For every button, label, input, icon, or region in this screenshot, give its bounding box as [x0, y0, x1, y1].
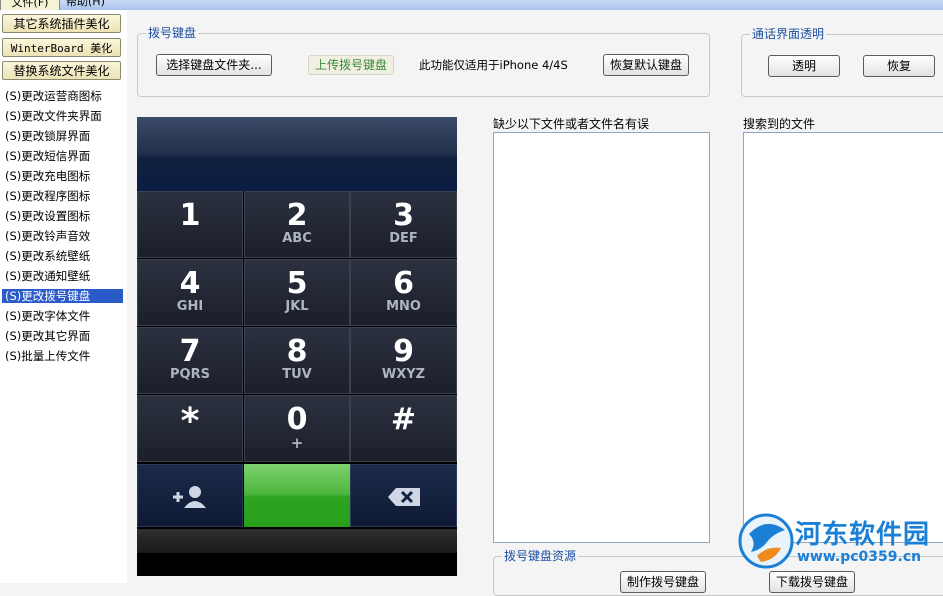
key-5: 5 JKL	[244, 259, 350, 326]
sidebar-item-lockscreen[interactable]: (S)更改锁屏界面	[0, 126, 127, 146]
download-keypad-button[interactable]: 下载拨号键盘	[769, 571, 855, 593]
delete-backspace-icon	[387, 488, 420, 506]
keypad-preview: 1 2 ABC 3 DEF 4 GHI 5 JKL 6 MNO 7 PQRS 8 TUV 9W…	[137, 117, 457, 576]
make-keypad-button[interactable]: 制作拨号键盘	[620, 571, 706, 593]
sidebar-item-settings-icon[interactable]: (S)更改设置图标	[0, 206, 127, 226]
call-transparency-group: 通话界面透明 透明 恢复	[741, 27, 943, 97]
add-contact-key	[137, 464, 243, 527]
missing-files-list[interactable]	[493, 132, 710, 543]
dial-keypad-group-title: 拨号键盘	[146, 26, 199, 40]
sidebar-item-charging[interactable]: (S)更改充电图标	[0, 166, 127, 186]
key-6: 6 MNO	[350, 259, 457, 326]
sidebar-item-fonts[interactable]: (S)更改字体文件	[0, 306, 127, 326]
dial-keypad-group: 拨号键盘 选择键盘文件夹... 上传拨号键盘 此功能仅适用于iPhone 4/4…	[137, 26, 710, 97]
upload-keypad-button[interactable]: 上传拨号键盘	[308, 55, 394, 75]
key-1: 1	[137, 191, 243, 258]
key-3: 3 DEF	[350, 191, 457, 258]
call-key	[244, 464, 350, 527]
watermark-url: www.pc0359.cn	[797, 549, 922, 565]
keypad-resources-group-title: 拨号键盘资源	[502, 549, 579, 563]
sidebar-list: (S)更改运营商图标 (S)更改文件夹界面 (S)更改锁屏界面 (S)更改短信界…	[0, 86, 127, 366]
watermark-name: 河东软件园	[795, 520, 931, 550]
watermark: 河东软件园 www.pc0359.cn	[735, 512, 943, 572]
replace-system-files-button[interactable]: 替换系统文件美化	[2, 61, 121, 80]
main-panel: 拨号键盘 选择键盘文件夹... 上传拨号键盘 此功能仅适用于iPhone 4/4…	[127, 10, 943, 596]
menubar: 文件(F) 帮助(H)	[0, 0, 943, 10]
sidebar-item-wallpaper[interactable]: (S)更改系统壁纸	[0, 246, 127, 266]
sidebar: 其它系统插件美化 WinterBoard 美化 替换系统文件美化 (S)更改运营…	[0, 10, 128, 583]
sidebar-item-other[interactable]: (S)更改其它界面	[0, 326, 127, 346]
sidebar-item-ringtones[interactable]: (S)更改铃声音效	[0, 226, 127, 246]
key-7: 7 PQRS	[137, 327, 243, 394]
key-0: 0 +	[244, 395, 350, 462]
other-plugins-button[interactable]: 其它系统插件美化	[2, 14, 121, 33]
restore-call-button[interactable]: 恢复	[863, 55, 935, 77]
menu-help[interactable]: 帮助(H)	[66, 0, 105, 9]
key-8: 8 TUV	[244, 327, 350, 394]
key-star: *	[137, 395, 243, 462]
missing-files-label: 缺少以下文件或者文件名有误	[493, 117, 650, 131]
keypad-bottom-bar	[137, 529, 457, 553]
iphone-compat-note: 此功能仅适用于iPhone 4/4S	[419, 58, 568, 72]
key-9: 9 WXYZ	[350, 327, 457, 394]
sidebar-item-carrier-icon[interactable]: (S)更改运营商图标	[0, 86, 127, 106]
watermark-logo-icon	[738, 513, 794, 569]
key-hash: #	[350, 395, 457, 462]
keypad-display-area	[137, 117, 457, 191]
sidebar-item-batch-upload[interactable]: (S)批量上传文件	[0, 346, 127, 366]
found-files-list[interactable]	[743, 132, 943, 543]
add-contact-icon	[173, 486, 206, 508]
menu-file[interactable]: 文件(F)	[0, 0, 60, 10]
sidebar-item-sms[interactable]: (S)更改短信界面	[0, 146, 127, 166]
call-transparency-group-title: 通话界面透明	[750, 27, 827, 41]
delete-key	[350, 464, 457, 527]
sidebar-item-folder[interactable]: (S)更改文件夹界面	[0, 106, 127, 126]
sidebar-item-notification-wallpaper[interactable]: (S)更改通知壁纸	[0, 266, 127, 286]
key-4: 4 GHI	[137, 259, 243, 326]
found-files-label: 搜索到的文件	[743, 117, 816, 131]
transparent-button[interactable]: 透明	[768, 55, 840, 77]
select-keyboard-folder-button[interactable]: 选择键盘文件夹...	[156, 54, 272, 76]
sidebar-item-app-icons[interactable]: (S)更改程序图标	[0, 186, 127, 206]
restore-default-keypad-button[interactable]: 恢复默认键盘	[603, 54, 689, 76]
key-2: 2 ABC	[244, 191, 350, 258]
sidebar-item-dial-keypad[interactable]: (S)更改拨号键盘	[2, 289, 123, 303]
winterboard-button[interactable]: WinterBoard 美化	[2, 38, 121, 57]
